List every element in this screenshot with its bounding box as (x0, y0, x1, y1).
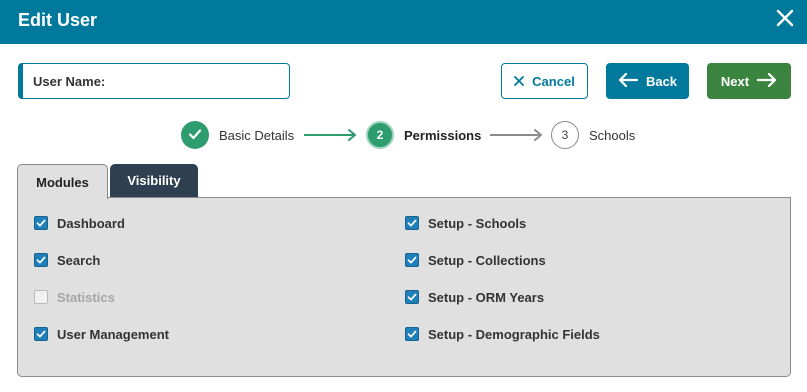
user-name-label: User Name: (33, 74, 106, 89)
progress-stepper: Basic Details 2 Permissions 3 Schools (0, 120, 807, 150)
dialog-header: Edit User (0, 0, 807, 44)
checkbox-checked[interactable] (34, 327, 48, 341)
permission-label: Setup - Demographic Fields (428, 326, 600, 342)
permission-label: User Management (57, 326, 169, 342)
permission-label: Statistics (57, 289, 115, 305)
permission-setup-demographic-fields[interactable]: Setup - Demographic Fields (405, 324, 600, 344)
checkbox-checked[interactable] (405, 216, 419, 230)
tab-visibility[interactable]: Visibility (110, 164, 198, 197)
permission-statistics: Statistics (34, 287, 115, 307)
next-button[interactable]: Next (707, 63, 791, 99)
permission-label: Setup - Schools (428, 215, 527, 231)
tab-visibility-label: Visibility (127, 173, 181, 188)
cancel-button[interactable]: Cancel (501, 63, 588, 99)
modules-panel: Dashboard Search Statistics User Managem… (17, 197, 791, 377)
permission-user-management[interactable]: User Management (34, 324, 169, 344)
step-3-label: Schools (589, 128, 636, 143)
arrow-right-icon (756, 72, 777, 90)
permission-label: Dashboard (57, 215, 125, 231)
user-name-field[interactable]: User Name: (18, 63, 290, 99)
checkbox-checked[interactable] (34, 253, 48, 267)
step-2-current: 2 (366, 121, 394, 149)
permission-label: Search (57, 252, 101, 268)
checkbox-disabled (34, 290, 48, 304)
next-button-label: Next (720, 73, 750, 89)
step-3-upcoming: 3 (551, 121, 579, 149)
checkbox-checked[interactable] (405, 253, 419, 267)
tab-modules-label: Modules (36, 174, 89, 190)
tab-modules[interactable]: Modules (17, 164, 108, 199)
permission-setup-collections[interactable]: Setup - Collections (405, 250, 546, 270)
dialog-title: Edit User (18, 10, 98, 30)
step-arrow-icon (489, 128, 544, 147)
permission-label: Setup - ORM Years (428, 289, 545, 305)
checkbox-checked[interactable] (405, 327, 419, 341)
x-icon (514, 74, 525, 89)
step-arrow-icon (303, 128, 358, 147)
permission-label: Setup - Collections (428, 252, 546, 268)
checkbox-checked[interactable] (34, 216, 48, 230)
back-button[interactable]: Back (606, 63, 689, 99)
cancel-button-label: Cancel (532, 73, 575, 89)
step-3-number: 3 (561, 128, 569, 142)
checkbox-checked[interactable] (405, 290, 419, 304)
close-icon[interactable] (773, 6, 797, 30)
back-button-label: Back (645, 73, 678, 89)
permission-setup-orm-years[interactable]: Setup - ORM Years (405, 287, 544, 307)
step-1-complete (181, 121, 209, 149)
permission-setup-schools[interactable]: Setup - Schools (405, 213, 526, 233)
step-2-label: Permissions (404, 128, 482, 143)
check-icon (188, 127, 202, 144)
arrow-left-icon (618, 72, 639, 90)
step-1-label: Basic Details (219, 128, 295, 143)
permission-search[interactable]: Search (34, 250, 100, 270)
step-2-number: 2 (376, 128, 384, 142)
permission-dashboard[interactable]: Dashboard (34, 213, 125, 233)
